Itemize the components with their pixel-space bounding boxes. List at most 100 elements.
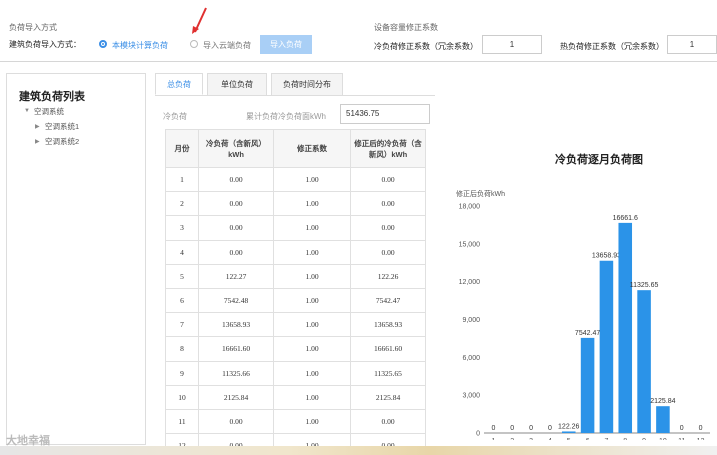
cell-month: 7 (165, 312, 199, 338)
cell-cool-load: 16661.60 (198, 336, 274, 362)
table-row: 10 2125.84 1.00 2125.84 (165, 384, 426, 410)
cell-month: 11 (165, 408, 199, 435)
load-type-label: 冷负荷 (163, 112, 187, 121)
cell-coefficient: 1.00 (273, 312, 351, 338)
cell-corrected-load: 0.00 (350, 166, 426, 193)
cell-cool-load: 7542.48 (198, 287, 274, 314)
data-label-month-1: 0 (491, 425, 495, 432)
table-row: 1 0.00 1.00 0.00 (165, 166, 426, 193)
table-row: 9 11325.66 1.00 11325.65 (165, 360, 426, 386)
radio-module-calc[interactable] (99, 40, 107, 48)
import-settings-panel: 负荷导入方式 建筑负荷导入方式： 本模块计算负荷 导入云端负荷 导入负荷 设备容… (0, 0, 717, 62)
col-header-corrected-load: 修正后的冷负荷（含新风）kWh (350, 129, 426, 168)
cell-month: 4 (165, 239, 199, 265)
data-label-month-4: 0 (548, 425, 552, 432)
cell-cool-load: 13658.93 (198, 312, 274, 338)
table-row: 7 13658.93 1.00 13658.93 (165, 312, 426, 338)
x-tick-label: 4 (548, 438, 552, 440)
x-tick-label: 6 (586, 438, 590, 440)
cell-cool-load: 0.00 (198, 166, 274, 193)
cell-coefficient: 1.00 (273, 336, 351, 362)
tab-total-load[interactable]: 总负荷 (155, 73, 203, 95)
table-row: 11 0.00 1.00 0.00 (165, 408, 426, 435)
cell-month: 8 (165, 336, 199, 362)
data-label-month-6: 7542.47 (575, 330, 600, 337)
table-row: 2 0.00 1.00 0.00 (165, 191, 426, 217)
data-label-month-9: 11325.65 (630, 282, 659, 289)
data-label-month-3: 0 (529, 425, 533, 432)
col-header-month: 月份 (165, 129, 199, 168)
tab-load-time-distribution[interactable]: 负荷时间分布 (271, 73, 343, 95)
cell-cool-load: 0.00 (198, 239, 274, 265)
caret-right-icon[interactable]: ▶ (35, 123, 40, 130)
table-row: 3 0.00 1.00 0.00 (165, 215, 426, 241)
chart-canvas: 修正后负荷kWh 0 3,000 6,000 9,000 12,000 15,000 18,0… (456, 189, 710, 440)
coef-section-title: 设备容量修正系数 (374, 23, 438, 32)
caret-down-icon[interactable]: ▼ (24, 108, 30, 114)
cool-coef-input[interactable]: 1 (482, 35, 542, 54)
table-row: 4 0.00 1.00 0.00 (165, 239, 426, 265)
cell-coefficient: 1.00 (273, 384, 351, 410)
x-tick-label: 5 (567, 438, 571, 440)
bar-month-5 (561, 431, 576, 433)
monthly-cool-load-chart: 冷负荷逐月负荷图 修正后负荷kWh 0 3,000 6,000 9,000 12,000 1… (440, 140, 717, 440)
cell-corrected-load: 0.00 (350, 239, 426, 265)
cell-corrected-load: 13658.93 (350, 312, 426, 338)
heat-coef-input[interactable]: 1 (667, 35, 717, 54)
x-tick-label: 7 (604, 438, 608, 440)
cell-coefficient: 1.00 (273, 215, 351, 241)
cell-cool-load: 11325.66 (198, 360, 274, 386)
data-label-month-11: 0 (680, 425, 684, 432)
table-row: 8 16661.60 1.00 16661.60 (165, 336, 426, 362)
caret-right-icon[interactable]: ▶ (35, 138, 40, 145)
y-tick-label: 3,000 (462, 393, 480, 400)
cell-corrected-load: 0.00 (350, 408, 426, 435)
heat-coef-label: 热负荷修正系数（冗余系数） (560, 42, 664, 51)
y-tick-label: 12,000 (459, 279, 481, 286)
import-load-button[interactable]: 导入负荷 (260, 35, 312, 54)
x-tick-label: 11 (678, 438, 685, 440)
data-label-month-2: 0 (510, 425, 514, 432)
table-row: 6 7542.48 1.00 7542.47 (165, 287, 426, 314)
option-cloud-import-label[interactable]: 导入云端负荷 (203, 40, 251, 51)
tree-node-root[interactable]: 空调系统 (34, 106, 64, 117)
tree-title: 建筑负荷列表 (19, 91, 85, 103)
y-axis-label: 修正后负荷kWh (456, 189, 505, 198)
data-label-month-10: 2125.84 (650, 398, 675, 405)
x-tick-label: 2 (510, 438, 514, 440)
cell-corrected-load: 16661.60 (350, 336, 426, 362)
x-tick-label: 3 (529, 438, 533, 440)
cell-coefficient: 1.00 (273, 166, 351, 193)
cool-coef-label: 冷负荷修正系数（冗余系数） (374, 42, 478, 51)
cell-month: 9 (165, 360, 199, 386)
cell-corrected-load: 0.00 (350, 191, 426, 217)
cell-month: 3 (165, 215, 199, 241)
tab-unit-load[interactable]: 单位负荷 (207, 73, 267, 95)
monthly-load-table: 月份 冷负荷（含新风）kWh 修正系数 修正后的冷负荷（含新风）kWh 1 0.0… (165, 129, 426, 455)
option-module-calc-label[interactable]: 本模块计算负荷 (112, 40, 168, 51)
cell-corrected-load: 0.00 (350, 215, 426, 241)
cell-coefficient: 1.00 (273, 263, 351, 289)
building-load-tree: 建筑负荷列表 ▼ 空调系统 ▶ 空调系统1 ▶ 空调系统2 (6, 73, 146, 445)
data-label-month-8: 16661.6 (613, 215, 638, 222)
cell-coefficient: 1.00 (273, 408, 351, 435)
cell-month: 2 (165, 191, 199, 217)
x-tick-label: 8 (623, 438, 627, 440)
total-load-label: 累计负荷冷负荷面kWh (246, 112, 326, 121)
cell-cool-load: 0.00 (198, 408, 274, 435)
x-tick-label: 12 (697, 438, 705, 440)
cell-cool-load: 122.27 (198, 263, 274, 289)
tree-node-system-1[interactable]: 空调系统1 (45, 121, 79, 132)
cell-month: 5 (165, 263, 199, 289)
cell-cool-load: 0.00 (198, 215, 274, 241)
bar-month-7 (599, 260, 614, 433)
x-tick-label: 1 (491, 438, 495, 440)
radio-cloud-import[interactable] (190, 40, 198, 48)
bar-month-9 (637, 290, 651, 433)
cell-corrected-load: 122.26 (350, 263, 426, 289)
y-tick-label: 6,000 (462, 355, 480, 362)
total-load-field[interactable]: 51436.75 (340, 104, 430, 124)
tree-node-system-2[interactable]: 空调系统2 (45, 136, 79, 147)
cell-corrected-load: 2125.84 (350, 384, 426, 410)
import-section-title: 负荷导入方式 (9, 23, 57, 32)
